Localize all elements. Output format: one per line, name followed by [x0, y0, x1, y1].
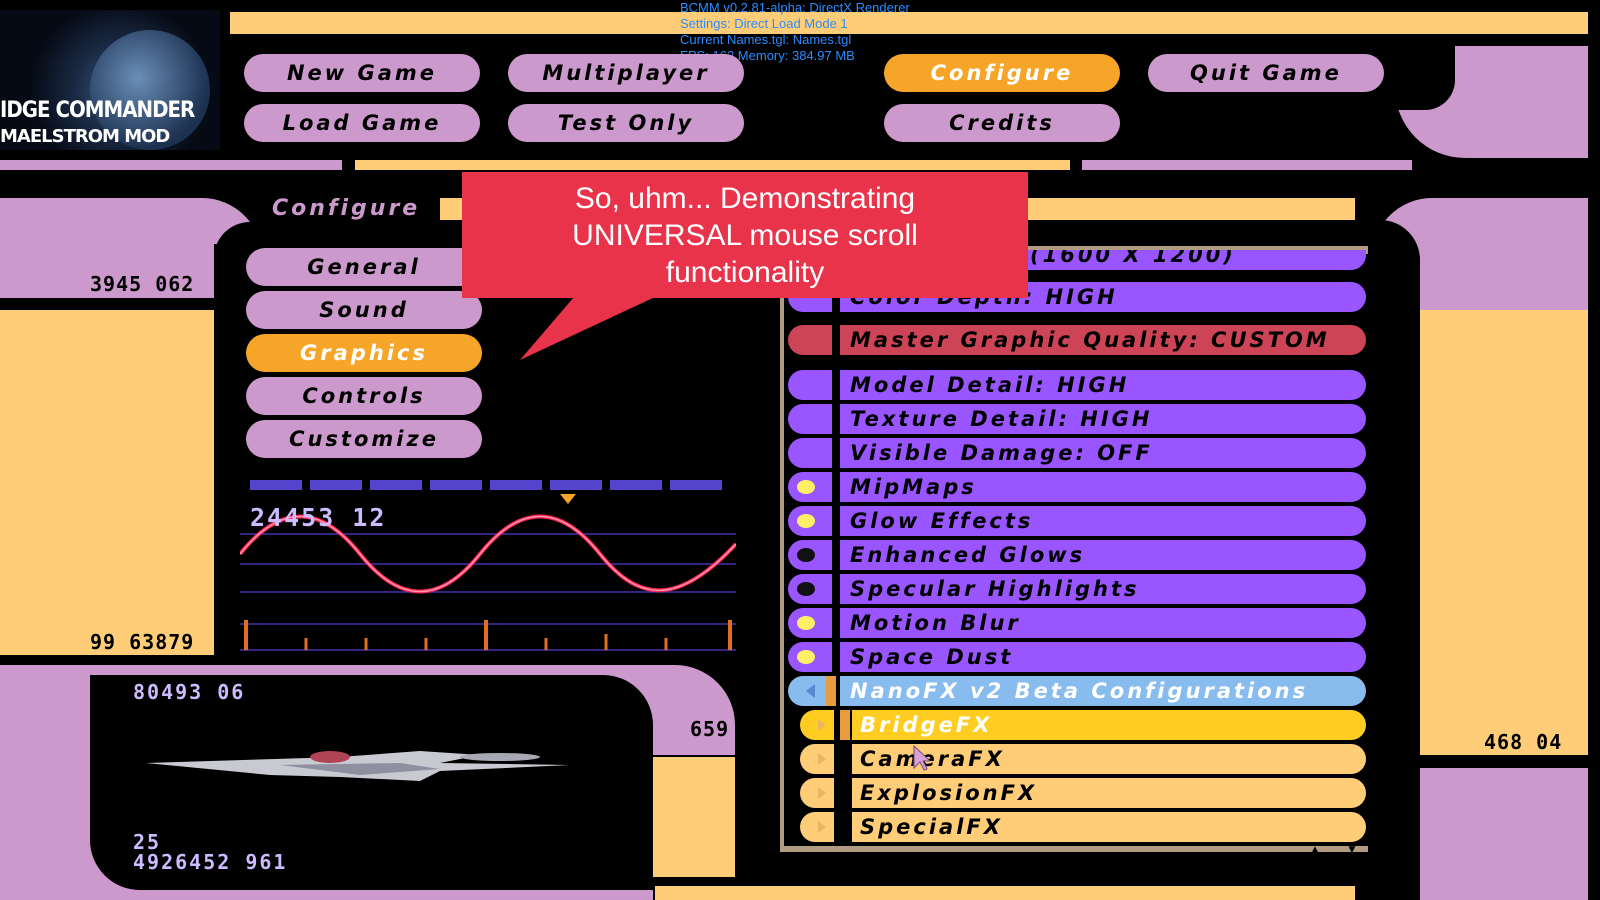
load-game-button[interactable]: Load Game	[244, 104, 480, 142]
space-dust-option[interactable]: Space Dust	[840, 642, 1366, 672]
ship-side-readout: 659	[690, 717, 730, 741]
graphics-button[interactable]: Graphics	[246, 334, 482, 372]
new-game-button[interactable]: New Game	[244, 54, 480, 92]
callout-text: So, uhm... Demonstrating UNIVERSAL mouse…	[572, 181, 918, 289]
right-lower-block	[1420, 768, 1588, 900]
debug-line-renderer: BCMM v0.2.81-alpha: DirectX Renderer	[680, 0, 910, 15]
top-right-elbow-cut	[1395, 46, 1455, 110]
logo-line2: MAELSTROM MOD	[0, 126, 170, 147]
debug-line-names: Current Names.tgl: Names.tgl	[680, 32, 852, 47]
enhanced-glows-option[interactable]: Enhanced Glows	[840, 540, 1366, 570]
bridgefx-cap	[800, 710, 834, 740]
specialfx-cap	[800, 812, 834, 842]
explosionfx-divider	[840, 778, 850, 808]
top-sep-right	[1082, 160, 1412, 170]
master-quality-option[interactable]: Master Graphic Quality: CUSTOM	[840, 325, 1366, 355]
top-sep-left	[0, 160, 342, 170]
oscilloscope-panel	[238, 474, 738, 660]
general-button[interactable]: General	[246, 248, 482, 286]
space-dust-toggle[interactable]	[797, 650, 815, 664]
oscilloscope-graphic	[238, 480, 738, 651]
left-bottom-readout: 99 63879	[90, 630, 195, 654]
camerafx-expand-icon[interactable]	[818, 753, 826, 765]
scope-readout: 24453 12	[250, 503, 387, 532]
visible-damage-option[interactable]: Visible Damage: OFF	[840, 438, 1366, 468]
callout-pointer	[520, 290, 670, 360]
options-bottom-rule	[780, 846, 1368, 852]
callout-bubble: So, uhm... Demonstrating UNIVERSAL mouse…	[462, 172, 1028, 298]
specialfx-expand-icon[interactable]	[818, 821, 826, 833]
logo-line1: IDGE COMMANDER	[0, 98, 195, 123]
bottom-strip	[655, 886, 1355, 900]
nanofx-divider	[826, 676, 836, 706]
model-detail-cap	[788, 370, 832, 400]
ship-top-readout: 80493 06	[133, 680, 246, 704]
motion-blur-toggle[interactable]	[797, 616, 815, 630]
explosionfx-option[interactable]: ExplosionFX	[852, 778, 1366, 808]
quit-game-button[interactable]: Quit Game	[1148, 54, 1384, 92]
camerafx-cap	[800, 744, 834, 774]
camerafx-divider	[840, 744, 850, 774]
mipmaps-option[interactable]: MipMaps	[840, 472, 1366, 502]
nanofx-collapse-icon[interactable]	[806, 684, 815, 698]
configure-button[interactable]: Configure	[884, 54, 1120, 92]
test-only-button[interactable]: Test Only	[508, 104, 744, 142]
panel-title: Configure	[272, 196, 421, 221]
mipmaps-toggle[interactable]	[797, 480, 815, 494]
enhanced-glows-toggle[interactable]	[797, 548, 815, 562]
glow-effects-toggle[interactable]	[797, 514, 815, 528]
visible-damage-cap	[788, 438, 832, 468]
ship-readout-line2: 4926452 961	[133, 850, 288, 874]
specular-highlights-toggle[interactable]	[797, 582, 815, 596]
explosionfx-cap	[800, 778, 834, 808]
nanofx-option[interactable]: NanoFX v2 Beta Configurations	[840, 676, 1366, 706]
glow-effects-option[interactable]: Glow Effects	[840, 506, 1366, 536]
specialfx-option[interactable]: SpecialFX	[852, 812, 1366, 842]
debug-line-settings: Settings: Direct Load Mode 1	[680, 16, 848, 31]
motion-blur-option[interactable]: Motion Blur	[840, 608, 1366, 638]
starship-image	[146, 751, 570, 781]
resolution-label: (1600 X 1200)	[1030, 250, 1236, 267]
credits-button[interactable]: Credits	[884, 104, 1120, 142]
texture-detail-cap	[788, 404, 832, 434]
specular-highlights-option[interactable]: Specular Highlights	[840, 574, 1366, 604]
bridgefx-divider	[840, 710, 850, 740]
bridgefx-option[interactable]: BridgeFX	[852, 710, 1366, 740]
left-tan-block	[0, 310, 214, 655]
sound-button[interactable]: Sound	[246, 291, 482, 329]
top-sep-mid	[355, 160, 1070, 170]
specialfx-divider	[840, 812, 850, 842]
master-quality-cap	[788, 325, 832, 355]
scroll-down-button[interactable]: ▼	[1337, 845, 1367, 855]
right-readout: 468 04	[1484, 730, 1563, 754]
explosionfx-expand-icon[interactable]	[818, 787, 826, 799]
right-tan-block	[1420, 310, 1588, 755]
options-left-rule	[780, 246, 784, 852]
ship-side-tan-block	[653, 757, 735, 877]
top-header-bar	[230, 12, 1588, 34]
model-detail-option[interactable]: Model Detail: HIGH	[840, 370, 1366, 400]
scroll-up-button[interactable]: ▲	[1300, 845, 1330, 855]
left-top-readout: 3945 062	[90, 272, 195, 296]
game-logo: IDGE COMMANDER MAELSTROM MOD	[0, 10, 220, 150]
customize-button[interactable]: Customize	[246, 420, 482, 458]
texture-detail-option[interactable]: Texture Detail: HIGH	[840, 404, 1366, 434]
mouse-cursor-icon	[913, 744, 930, 771]
controls-button[interactable]: Controls	[246, 377, 482, 415]
multiplayer-button[interactable]: Multiplayer	[508, 54, 744, 92]
bridgefx-expand-icon[interactable]	[818, 719, 826, 731]
